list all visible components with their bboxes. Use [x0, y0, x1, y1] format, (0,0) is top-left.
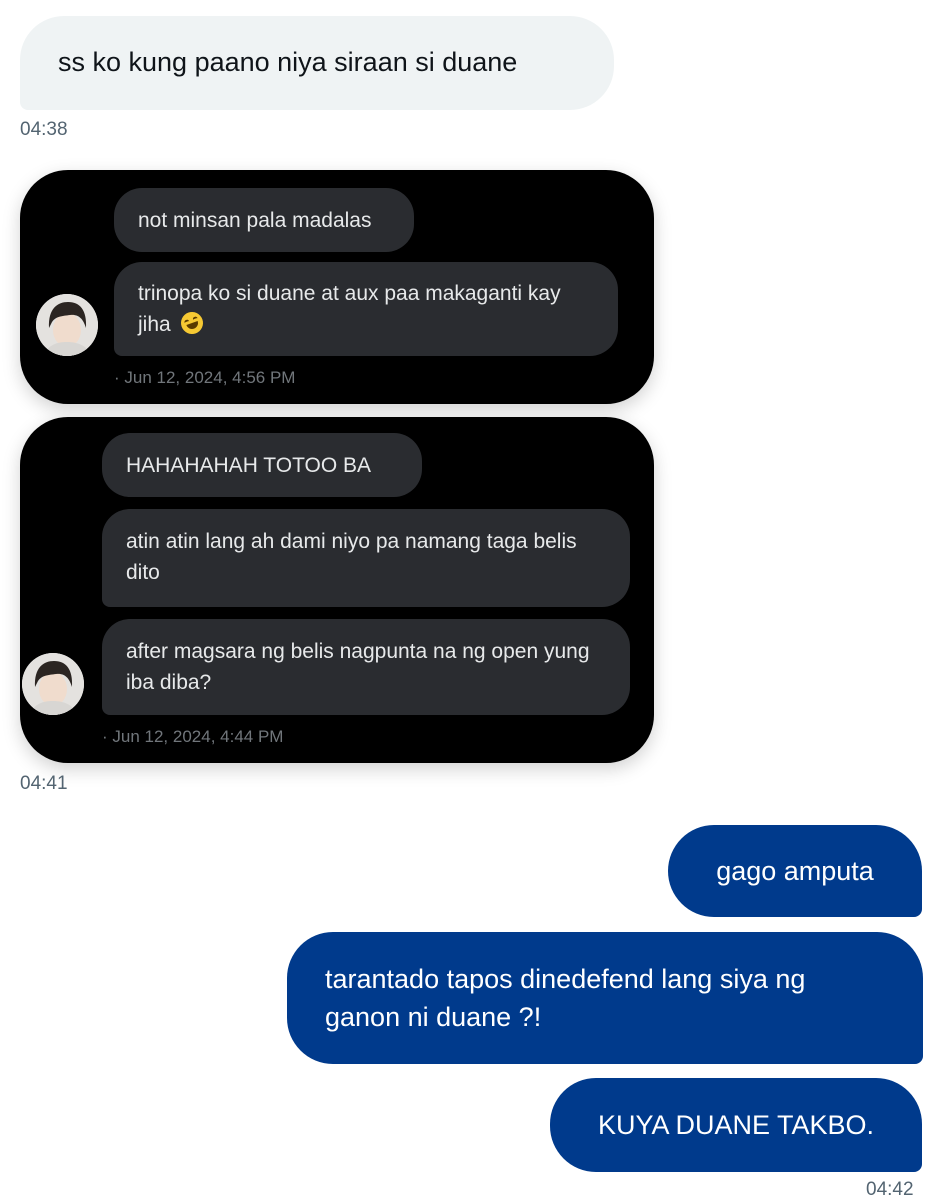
screenshot-bubble-text: HAHAHAHAH TOTOO BA	[126, 453, 372, 477]
avatar	[36, 294, 98, 356]
screenshot-bubble: HAHAHAHAH TOTOO BA	[102, 433, 422, 497]
screenshot-bubble: atin atin lang ah dami niyo pa namang ta…	[102, 509, 630, 607]
outgoing-message-bubble[interactable]: KUYA DUANE TAKBO.	[550, 1078, 922, 1172]
laughing-emoji-icon	[177, 308, 206, 338]
screenshot-bubble: after magsara ng belis nagpunta na ng op…	[102, 619, 630, 715]
screenshot-timestamp: · Jun 12, 2024, 4:56 PM	[114, 368, 296, 387]
incoming-message-bubble[interactable]: ss ko kung paano niya siraan si duane	[20, 16, 614, 110]
screenshot-bubble: trinopa ko si duane at aux paa makaganti…	[114, 262, 618, 356]
message-timestamp: 04:41	[20, 773, 68, 794]
screenshot-bubble: not minsan pala madalas	[114, 188, 414, 252]
person-avatar-icon	[22, 653, 84, 715]
message-text: tarantado tapos dinedefend lang siya ng …	[325, 964, 806, 1032]
screenshot-bubble-text: atin atin lang ah dami niyo pa namang ta…	[126, 530, 577, 584]
person-avatar-icon	[36, 294, 98, 356]
screenshot-image-2[interactable]: HAHAHAHAH TOTOO BA atin atin lang ah dam…	[20, 417, 654, 763]
screenshot-bubble-text: after magsara ng belis nagpunta na ng op…	[126, 640, 590, 694]
screenshot-image-1[interactable]: not minsan pala madalas trinopa ko si du…	[20, 170, 654, 404]
message-text: gago amputa	[716, 856, 874, 886]
screenshot-timestamp: · Jun 12, 2024, 4:44 PM	[102, 727, 284, 746]
message-text: ss ko kung paano niya siraan si duane	[58, 47, 518, 77]
avatar	[22, 653, 84, 715]
screenshot-bubble-text: not minsan pala madalas	[138, 208, 372, 232]
message-timestamp: 04:42	[866, 1179, 914, 1200]
message-timestamp: 04:38	[20, 119, 68, 140]
message-text: KUYA DUANE TAKBO.	[597, 1110, 875, 1140]
outgoing-message-bubble[interactable]: gago amputa	[668, 825, 922, 917]
outgoing-message-bubble[interactable]: tarantado tapos dinedefend lang siya ng …	[287, 932, 923, 1064]
